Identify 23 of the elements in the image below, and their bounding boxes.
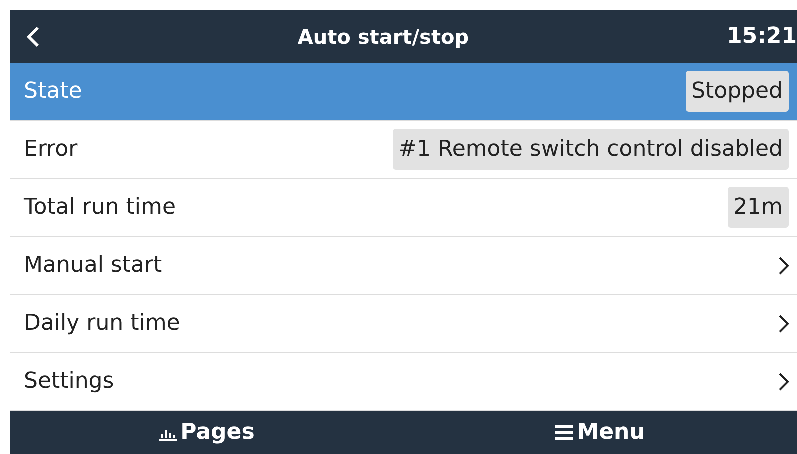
row-value: 21m: [728, 187, 789, 228]
chevron-right-icon: [779, 372, 789, 392]
menu-button[interactable]: Menu: [554, 415, 646, 450]
row-label: Error: [24, 136, 79, 164]
row-label: State: [24, 78, 84, 106]
row-label: Settings: [24, 368, 116, 396]
page-title: Auto start/stop: [296, 24, 470, 50]
pages-button[interactable]: Pages: [158, 415, 256, 450]
menu-row[interactable]: State Stopped: [10, 63, 797, 121]
menu-row[interactable]: Total run time 21m: [10, 179, 797, 237]
chevron-right-icon: [779, 256, 789, 276]
back-icon[interactable]: [26, 26, 40, 48]
row-label: Total run time: [24, 194, 178, 222]
row-value: #1 Remote switch control disabled: [392, 129, 789, 170]
menu-row[interactable]: Error #1 Remote switch control disabled: [10, 121, 797, 179]
row-value: Stopped: [686, 71, 789, 112]
row-label: Daily run time: [24, 310, 182, 338]
clock-time: 15:21: [726, 23, 797, 51]
row-label: Manual start: [24, 252, 164, 280]
menu-row[interactable]: Manual start: [10, 237, 797, 295]
menu-row[interactable]: Daily run time: [10, 295, 797, 353]
chevron-right-icon: [779, 314, 789, 334]
menu-icon: [555, 424, 574, 440]
